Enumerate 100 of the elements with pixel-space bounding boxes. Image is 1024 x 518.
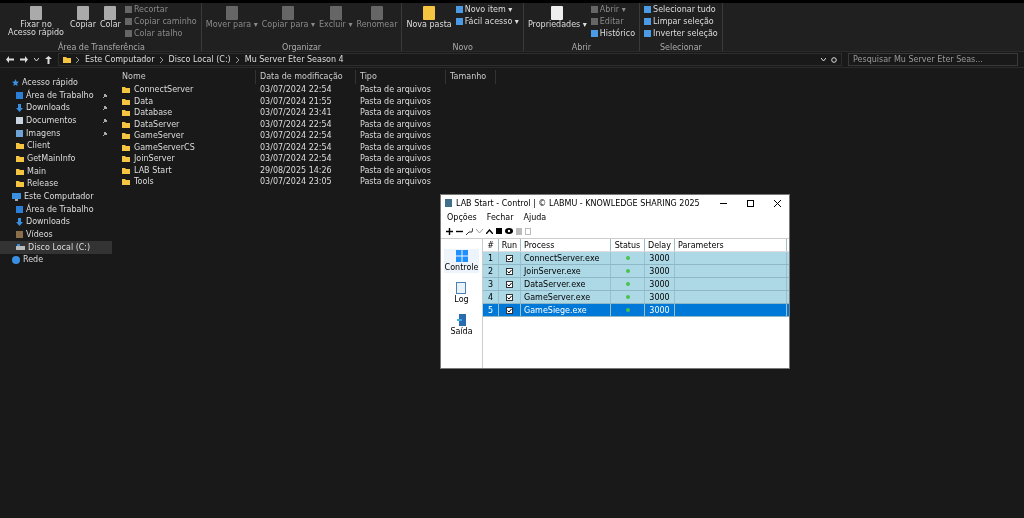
- sidebar-item[interactable]: Rede: [0, 253, 112, 267]
- forward-arrow-icon[interactable]: [20, 56, 28, 63]
- table-cell-text: Pasta de arquivos: [359, 165, 432, 175]
- table-cell-text: Pasta de arquivos: [359, 131, 432, 141]
- up-arrow-icon[interactable]: [45, 55, 52, 64]
- file-name[interactable]: Tools: [118, 177, 256, 187]
- menu-item[interactable]: Fechar: [486, 213, 514, 222]
- group-label: Área de Transferência: [56, 43, 146, 51]
- process-row[interactable]: 3 DataServer.exe 3000: [483, 278, 789, 291]
- nav-button[interactable]: Controle: [443, 249, 480, 273]
- table-cell-text: Pasta de arquivos: [359, 154, 432, 164]
- sidebar-item[interactable]: Downloads: [0, 101, 112, 115]
- breadcrumb[interactable]: Mu Server Eter Season 4: [244, 55, 344, 64]
- file-name[interactable]: ConnectServer: [118, 85, 256, 95]
- group-label: Novo: [451, 43, 474, 51]
- ribbon-button[interactable]: Histórico: [589, 28, 637, 39]
- sidebar-item[interactable]: Este Computador: [0, 190, 112, 203]
- column-header[interactable]: Data de modificação: [256, 70, 356, 84]
- checkbox[interactable]: [506, 254, 513, 262]
- file-name[interactable]: GameServer: [118, 131, 256, 141]
- table-cell-text: 03/07/2024 22:54: [259, 154, 333, 164]
- checkbox[interactable]: [506, 267, 513, 275]
- star-icon: [12, 78, 19, 86]
- image-icon: [16, 129, 23, 137]
- group-label: Selecionar: [658, 43, 703, 51]
- back-arrow-icon[interactable]: [6, 56, 14, 63]
- column-header[interactable]: Nome: [118, 70, 256, 84]
- sidebar-item[interactable]: Acesso rápido: [0, 76, 112, 89]
- ribbon-button[interactable]: Copiar: [69, 4, 97, 31]
- table-cell: JoinServer.exe: [521, 265, 611, 277]
- sidebar-item[interactable]: GetMainInfo: [0, 152, 112, 165]
- ribbon-button[interactable]: Fixar no Acesso rápido: [5, 4, 67, 39]
- drive-icon: [16, 244, 25, 251]
- sidebar-item[interactable]: Área de Trabalho: [0, 88, 112, 102]
- minimize-icon: [720, 202, 727, 204]
- table-cell: 3000: [645, 252, 675, 264]
- computer-icon: [12, 192, 21, 201]
- ribbon-button[interactable]: Propriedades ▾: [526, 4, 588, 31]
- sidebar-item[interactable]: Área de Trabalho: [0, 202, 112, 216]
- column-header[interactable]: Tamanho: [446, 70, 496, 84]
- breadcrumb[interactable]: Este Computador: [85, 55, 155, 64]
- sidebar-item[interactable]: Main: [0, 164, 112, 178]
- app-icon: [445, 199, 452, 207]
- process-row[interactable]: 5 GameSiege.exe 3000: [483, 304, 789, 317]
- nav-button[interactable]: Log: [453, 281, 470, 305]
- sidebar-item[interactable]: Documentos: [0, 114, 112, 127]
- ribbon-button[interactable]: Inverter seleção: [643, 28, 719, 39]
- plus-icon[interactable]: [446, 227, 453, 235]
- file-name[interactable]: JoinServer: [118, 154, 256, 164]
- ribbon-button[interactable]: Nova pasta: [405, 4, 453, 31]
- menu-item[interactable]: Opções: [447, 213, 477, 222]
- chevron-up-icon[interactable]: [486, 228, 493, 234]
- file-name[interactable]: Database: [118, 108, 256, 118]
- network-icon: [12, 255, 20, 264]
- checkbox[interactable]: [506, 293, 513, 301]
- download-icon: [16, 217, 23, 226]
- checkbox[interactable]: [506, 306, 513, 314]
- ribbon-button[interactable]: Limpar seleção: [643, 16, 719, 27]
- process-row[interactable]: 1 ConnectServer.exe 3000: [483, 252, 789, 265]
- table-cell-text: 03/07/2024 23:05: [259, 177, 333, 187]
- search-field[interactable]: Pesquisar Mu Server Eter Seas...: [848, 53, 1018, 66]
- eye-icon[interactable]: [505, 228, 513, 234]
- ribbon-button[interactable]: Selecionar tudo: [643, 4, 719, 15]
- sidebar-item[interactable]: Downloads: [0, 215, 112, 229]
- ribbon-button[interactable]: Fácil acesso ▾: [454, 16, 520, 27]
- file-name[interactable]: LAB Start: [118, 165, 256, 175]
- process-row[interactable]: 2 JoinServer.exe 3000: [483, 265, 789, 278]
- sidebar-item[interactable]: Client: [0, 139, 112, 153]
- table-cell-text: Pasta de arquivos: [359, 177, 432, 187]
- column-header[interactable]: #: [483, 239, 499, 251]
- ribbon-button[interactable]: Colar: [99, 4, 122, 31]
- ribbon-button[interactable]: Novo item ▾: [454, 4, 520, 15]
- table-cell: GameSiege.exe: [521, 304, 611, 316]
- table-cell: 3: [483, 278, 499, 290]
- breadcrumb[interactable]: Disco Local (C:): [168, 55, 231, 64]
- table-cell: 4: [483, 291, 499, 303]
- column-header[interactable]: Tipo: [356, 70, 446, 84]
- refresh-icon[interactable]: [831, 56, 837, 63]
- column-header[interactable]: Run: [499, 239, 521, 251]
- file-name[interactable]: GameServerCS: [118, 142, 256, 152]
- table-cell: 3000: [645, 304, 675, 316]
- column-header[interactable]: Process: [521, 239, 611, 251]
- sidebar-item[interactable]: Vídeos: [0, 228, 112, 241]
- menu-item[interactable]: Ajuda: [523, 213, 547, 222]
- column-header[interactable]: Delay: [645, 239, 675, 251]
- chevron-right-icon: [76, 56, 80, 63]
- nav-button[interactable]: Saída: [449, 313, 474, 337]
- column-header[interactable]: Status: [611, 239, 645, 251]
- address-bar[interactable]: Este Computador Disco Local (C:) Mu Server Eter Season 4: [58, 53, 842, 66]
- file-name[interactable]: DataServer: [118, 119, 256, 129]
- process-row[interactable]: 4 GameServer.exe 3000: [483, 291, 789, 304]
- file-name[interactable]: Data: [118, 96, 256, 106]
- table-cell-text: Pasta de arquivos: [359, 85, 432, 95]
- column-header[interactable]: Parameters: [675, 239, 787, 251]
- sidebar-item[interactable]: Disco Local (C:): [0, 240, 112, 254]
- table-cell: DataServer.exe: [521, 278, 611, 290]
- close-icon: [774, 199, 781, 207]
- checkbox[interactable]: [506, 280, 513, 288]
- sidebar-item[interactable]: Release: [0, 177, 112, 191]
- sidebar-item[interactable]: Imagens: [0, 126, 112, 140]
